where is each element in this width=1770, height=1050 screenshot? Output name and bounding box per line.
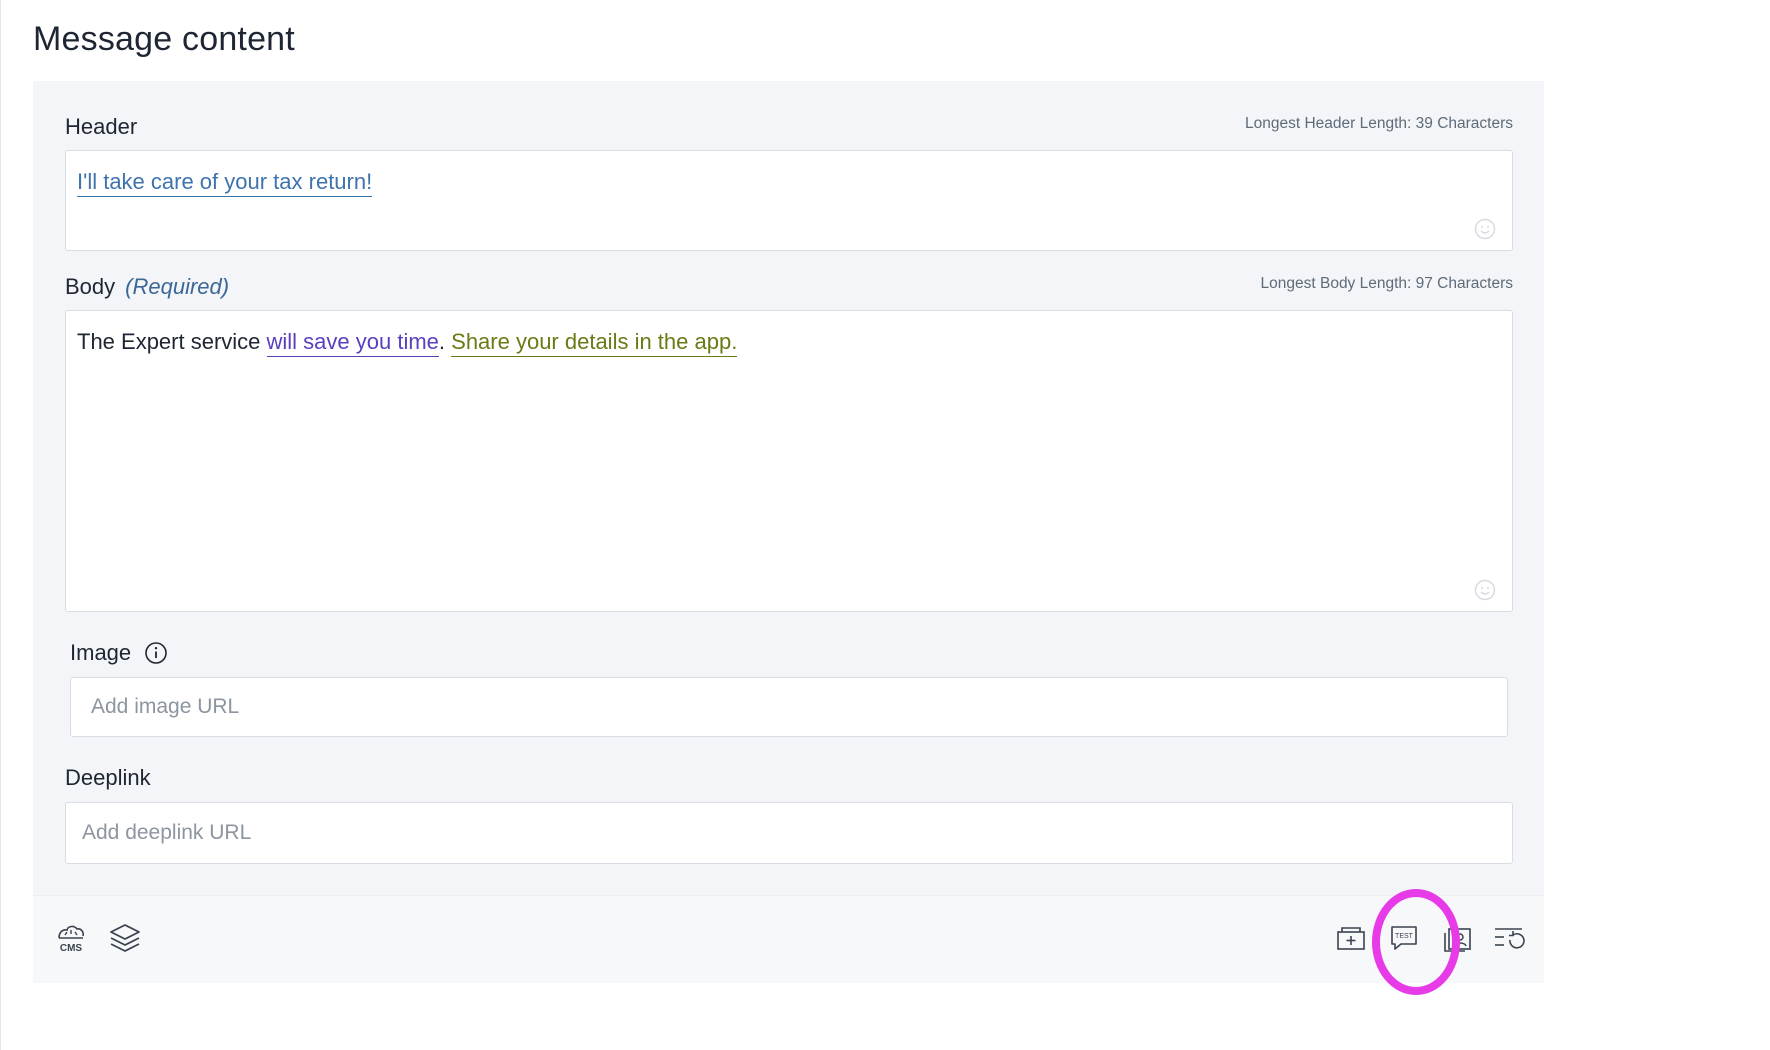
- add-card-icon: [1337, 927, 1365, 950]
- layers-icon: [110, 924, 140, 952]
- reset-list-button[interactable]: [1489, 918, 1529, 958]
- body-text-plain: The Expert service: [77, 329, 267, 354]
- header-label: Header: [65, 114, 138, 139]
- page-title: Message content: [33, 20, 295, 58]
- header-input[interactable]: I'll take care of your tax return!: [65, 150, 1513, 251]
- image-label: Image: [70, 640, 132, 665]
- header-length-meta: Longest Header Length: 39 Characters: [1245, 115, 1513, 132]
- emoji-icon[interactable]: [1474, 218, 1496, 240]
- test-message-button[interactable]: TEST: [1384, 918, 1424, 958]
- body-text-highlight-2: Share your details in the app.: [451, 329, 738, 357]
- deeplink-label: Deeplink: [65, 765, 151, 790]
- cms-button[interactable]: CMS: [51, 918, 91, 958]
- cms-icon: CMS: [58, 925, 84, 954]
- layers-button[interactable]: [105, 918, 145, 958]
- body-text-separator: .: [438, 329, 452, 354]
- test-message-icon: TEST: [1391, 926, 1417, 950]
- body-label-text: Body: [65, 274, 116, 299]
- body-input[interactable]: The Expert service will save you time. S…: [65, 310, 1513, 612]
- contact-card-icon: [1444, 928, 1471, 952]
- header-text: I'll take care of your tax return!: [77, 169, 373, 197]
- body-text-highlight-1: will save you time: [266, 329, 439, 357]
- left-divider: [0, 0, 1, 1050]
- emoji-icon[interactable]: [1474, 579, 1496, 601]
- info-icon[interactable]: [144, 641, 168, 665]
- reset-list-icon: [1495, 928, 1525, 949]
- test-icon-text: TEST: [1395, 933, 1414, 940]
- image-url-input[interactable]: [71, 678, 1507, 736]
- body-length-meta: Longest Body Length: 97 Characters: [1260, 275, 1513, 292]
- deeplink-url-field: [65, 802, 1513, 864]
- message-content-panel: Header Longest Header Length: 39 Charact…: [33, 81, 1544, 895]
- editor-toolbar: CMS TEST: [33, 895, 1544, 983]
- image-url-field: [70, 677, 1508, 737]
- deeplink-url-input[interactable]: [66, 803, 1512, 863]
- add-card-button[interactable]: [1331, 918, 1371, 958]
- cms-icon-text: CMS: [60, 943, 83, 954]
- contact-card-button[interactable]: [1437, 918, 1477, 958]
- body-label: Body (Required): [65, 274, 229, 300]
- required-tag: (Required): [125, 274, 230, 299]
